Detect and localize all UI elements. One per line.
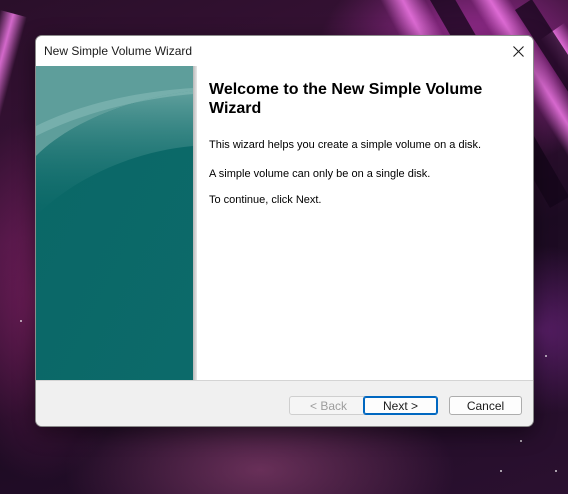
description-text: This wizard helps you create a simple vo…	[209, 139, 482, 151]
wallpaper-sparkle	[555, 470, 557, 472]
close-button[interactable]	[503, 36, 533, 66]
close-icon	[512, 45, 524, 57]
instruction-text: To continue, click Next.	[209, 194, 322, 206]
window-title: New Simple Volume Wizard	[44, 44, 193, 58]
banner-artwork	[36, 66, 193, 380]
page-title: Welcome to the New Simple Volume Wizard	[209, 81, 483, 117]
button-bar: < Back Next > Cancel	[36, 380, 533, 426]
description-text: A simple volume can only be on a single …	[209, 168, 431, 180]
wizard-banner-image	[36, 66, 193, 380]
wizard-window: New Simple Volume Wizard Welcome to the …	[35, 35, 534, 427]
wizard-content: Welcome to the New Simple Volume Wizard …	[197, 66, 533, 380]
title-bar[interactable]: New Simple Volume Wizard	[36, 36, 533, 66]
cancel-button[interactable]: Cancel	[449, 396, 522, 415]
wallpaper-stripe	[0, 10, 28, 153]
back-button[interactable]: < Back	[289, 396, 368, 415]
wallpaper-sparkle	[20, 320, 22, 322]
wallpaper-sparkle	[545, 355, 547, 357]
wallpaper-sparkle	[500, 470, 502, 472]
next-button[interactable]: Next >	[363, 396, 438, 415]
wallpaper-sparkle	[520, 440, 522, 442]
